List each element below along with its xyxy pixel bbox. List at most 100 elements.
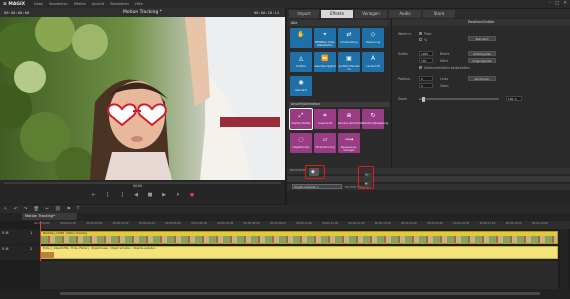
effect-tile-crop[interactable]: ⌗ Ausschnitt xyxy=(314,109,336,129)
timeline-vertical-scrollbar[interactable] xyxy=(560,229,568,289)
video-preview[interactable] xyxy=(0,17,285,180)
zoom-label: Zoom xyxy=(398,97,408,101)
effect-tile-rotate[interactable]: ↻ Rotation/Spiegelung xyxy=(362,109,389,129)
timeline-toolbar: ↖ ↶ ↷ 🗑 ✂ ⛓ ⚑ T xyxy=(0,205,570,213)
effect-tile-speed[interactable]: ⏩ Geschwindigkeit xyxy=(314,52,336,72)
effect-tile-3d[interactable]: ▱ 3D-Verformung xyxy=(314,133,336,153)
delete-icon[interactable]: 🗑 xyxy=(33,207,39,212)
menu-bar: ≡ MAGIX Datei Bearbeiten Effekte Ansicht… xyxy=(0,0,570,8)
keyframe-track[interactable] xyxy=(287,176,570,182)
panel-title: Position/Größe xyxy=(392,19,570,26)
radio-pixel[interactable] xyxy=(419,32,422,35)
width-input[interactable]: 1280 xyxy=(419,51,433,56)
fullscreen-button[interactable]: Vollbildgröße xyxy=(468,51,496,56)
effect-tile-position-size[interactable]: ⤢ Position/Größe xyxy=(289,108,313,130)
ruler-tick-label: 00:00:10:00 xyxy=(296,222,312,225)
effect-tile-hand[interactable]: ✋ xyxy=(290,28,312,48)
convert-icon: ⇄ xyxy=(346,31,352,38)
link-icon[interactable]: ⛓ xyxy=(55,207,61,212)
effect-tile-text-scroll[interactable]: A Laufschrift xyxy=(362,52,384,72)
ruler-tick-label: 00:00:05:00 xyxy=(165,222,181,225)
effect-tile-contour[interactable]: ◌ Objektkontur xyxy=(290,133,312,153)
contour-icon: ◌ xyxy=(298,136,304,143)
timeline-empty-area[interactable] xyxy=(40,261,558,289)
undo-icon[interactable]: ↶ xyxy=(14,207,18,212)
prev-frame-icon[interactable]: ◀ xyxy=(132,191,140,199)
ruler-tick-label: 00:00:06:00 xyxy=(191,222,208,225)
effect-label: Umwandlung xyxy=(340,40,358,44)
timeline-scroll-thumb[interactable] xyxy=(60,292,540,295)
mark-out-icon[interactable]: ] xyxy=(118,191,126,199)
object-create-select[interactable]: Objekt erstellen ▾ xyxy=(292,184,342,189)
tab-audio[interactable]: Audio xyxy=(389,10,421,18)
hand-icon: ✋ xyxy=(297,31,305,38)
effect-tile-zoom[interactable]: ⊕ Kamera-/Zoomfahrt xyxy=(338,109,364,129)
menu-help[interactable]: Hilfe xyxy=(135,2,143,6)
text-icon[interactable]: T xyxy=(77,207,80,212)
ruler-tick-label: 00:00:18:00 xyxy=(505,222,522,225)
effect-tile-standard[interactable]: ◉ Standard xyxy=(290,76,312,96)
zoom-slider-handle[interactable] xyxy=(422,96,425,102)
menu-view[interactable]: Ansicht xyxy=(92,2,105,6)
menu-effects[interactable]: Effekte xyxy=(74,2,86,6)
play-icon[interactable]: ▶ xyxy=(160,191,168,199)
keep-ratio-checkbox[interactable] xyxy=(419,66,422,69)
minimize-icon[interactable]: – xyxy=(549,1,551,6)
mark-in-icon[interactable]: [ xyxy=(104,191,112,199)
effect-tile-sharpen[interactable]: ◬ Schärfe xyxy=(290,52,312,72)
reset-button[interactable]: Standard xyxy=(468,36,496,41)
effect-tile-stabilization[interactable]: ⌖ NEWBlue Video Stabilization xyxy=(314,28,336,48)
pos-x-label: Links xyxy=(440,77,449,81)
close-icon[interactable]: ✕ xyxy=(563,1,567,6)
radio-percent[interactable] xyxy=(419,38,422,41)
pos-y-label: Oben xyxy=(440,84,449,88)
speed-icon: ⏩ xyxy=(321,55,329,62)
menu-file[interactable]: Datei xyxy=(34,2,43,6)
timecode-current: 00:00:00:00 xyxy=(4,10,30,15)
pos-x-input[interactable]: 0 xyxy=(419,76,433,81)
center-button[interactable]: Zentrieren xyxy=(468,76,496,81)
size-label: Größe xyxy=(398,52,408,56)
preview-scrubbar[interactable] xyxy=(4,182,281,184)
go-start-icon[interactable]: ⇤ xyxy=(90,191,98,199)
pos-y-input[interactable]: 0 xyxy=(419,83,433,88)
ruler-tick-label: 00:00:11:00 xyxy=(322,222,339,225)
stop-icon[interactable]: ■ xyxy=(146,191,154,199)
clip-thumbnail-strip xyxy=(41,236,557,243)
tab-effects[interactable]: Effekte xyxy=(321,10,353,18)
effects-section-header[interactable]: Ansicht/Animation xyxy=(289,102,389,107)
timeline-tab[interactable]: Motion Tracking* xyxy=(22,213,77,220)
effect-tile-distort[interactable]: ◇ Verzerrung xyxy=(362,28,384,48)
menu-edit-2[interactable]: Bearbeiten xyxy=(110,2,129,6)
app-logo[interactable]: ≡ MAGIX xyxy=(3,2,25,7)
zoom-slider[interactable] xyxy=(419,98,499,100)
record-icon[interactable]: ● xyxy=(188,191,196,199)
timeline-tabs xyxy=(0,213,570,221)
marker-icon[interactable]: ⚑ xyxy=(67,207,71,212)
tab-store[interactable]: Store xyxy=(423,10,455,18)
cut-icon[interactable]: ✂ xyxy=(45,207,49,212)
track-2-buttons[interactable]: S M xyxy=(2,247,9,251)
maximize-icon[interactable]: □ xyxy=(555,1,559,6)
original-size-button[interactable]: Originalgröße xyxy=(468,58,496,63)
effects-category-header[interactable]: Alle xyxy=(289,20,389,26)
effect-label: Laufschrift xyxy=(366,64,380,68)
text-scroll-icon: A xyxy=(370,55,376,62)
track-1-buttons[interactable]: S M xyxy=(2,231,9,235)
track-2-number: 2 xyxy=(30,247,33,251)
mercalli-icon: ▣ xyxy=(346,55,352,62)
scrub-time: 00:00 xyxy=(133,183,143,188)
tab-templates[interactable]: Vorlagen xyxy=(355,10,387,18)
zoom-icon: ⊕ xyxy=(346,112,352,119)
effect-tile-convert[interactable]: ⇄ Umwandlung xyxy=(338,28,360,48)
height-input[interactable]: 720 xyxy=(419,58,433,63)
redo-icon[interactable]: ↷ xyxy=(24,207,28,212)
effect-tile-motion-templates[interactable]: ⟿ Bewegungs-Vorlagen xyxy=(338,133,360,153)
effect-tile-mercalli[interactable]: ▣ proDAD Mercalli V4 xyxy=(338,52,360,72)
effect-label: Rotation/Spiegelung xyxy=(362,121,389,125)
zoom-value[interactable]: 100 % xyxy=(506,96,522,101)
menu-edit[interactable]: Bearbeiten xyxy=(49,2,68,6)
next-frame-icon[interactable]: ⏵ xyxy=(174,191,182,199)
mouse-mode-icon[interactable]: ↖ xyxy=(4,207,8,212)
tab-import[interactable]: Import xyxy=(289,10,319,18)
